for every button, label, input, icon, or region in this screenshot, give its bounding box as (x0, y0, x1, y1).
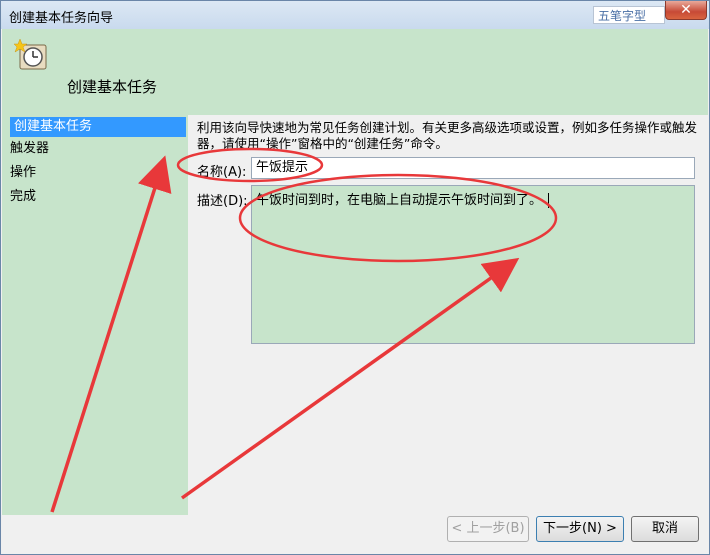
watermark-logo: 五笔字型 (593, 6, 665, 24)
back-button[interactable]: < 上一步(B) (447, 516, 529, 542)
description-value: 午饭时间到时，在电脑上自动提示午饭时间到了。 (256, 193, 543, 208)
cancel-button[interactable]: 取消 (631, 516, 699, 542)
name-input[interactable]: 午饭提示 (251, 157, 695, 179)
close-icon: ✕ (680, 2, 692, 18)
nav-item-trigger[interactable]: 触发器 (10, 139, 49, 159)
name-input-value: 午饭提示 (256, 160, 309, 175)
wizard-description: 利用该向导快速地为常见任务创建计划。有关更多高级选项或设置，例如多任务操作或触发… (197, 120, 698, 151)
description-textarea[interactable]: 午饭时间到时，在电脑上自动提示午饭时间到了。 (251, 185, 695, 344)
nav-item-finish[interactable]: 完成 (10, 187, 36, 207)
name-label: 名称(A): (197, 165, 247, 180)
wizard-nav: 创建基本任务 触发器 操作 完成 (2, 115, 188, 515)
next-button[interactable]: 下一步(N) > (536, 516, 624, 542)
page-title: 创建基本任务 (67, 78, 158, 96)
watermark-text: 五笔字型 (598, 8, 647, 23)
close-button[interactable]: ✕ (665, 1, 707, 20)
wizard-window: 创建基本任务向导 五笔字型 ✕ 创建基本任务 创建基本任务 触发器 操作 完成 (0, 0, 710, 555)
nav-item-create-basic-task[interactable]: 创建基本任务 (10, 117, 186, 137)
title-bar: 创建基本任务向导 五笔字型 ✕ (1, 1, 709, 29)
wizard-header: 创建基本任务 (2, 29, 708, 115)
clock-icon (14, 38, 47, 70)
description-label: 描述(D): (197, 194, 248, 209)
nav-item-action[interactable]: 操作 (10, 163, 36, 183)
text-cursor (548, 193, 550, 208)
window-title: 创建基本任务向导 (9, 11, 114, 26)
